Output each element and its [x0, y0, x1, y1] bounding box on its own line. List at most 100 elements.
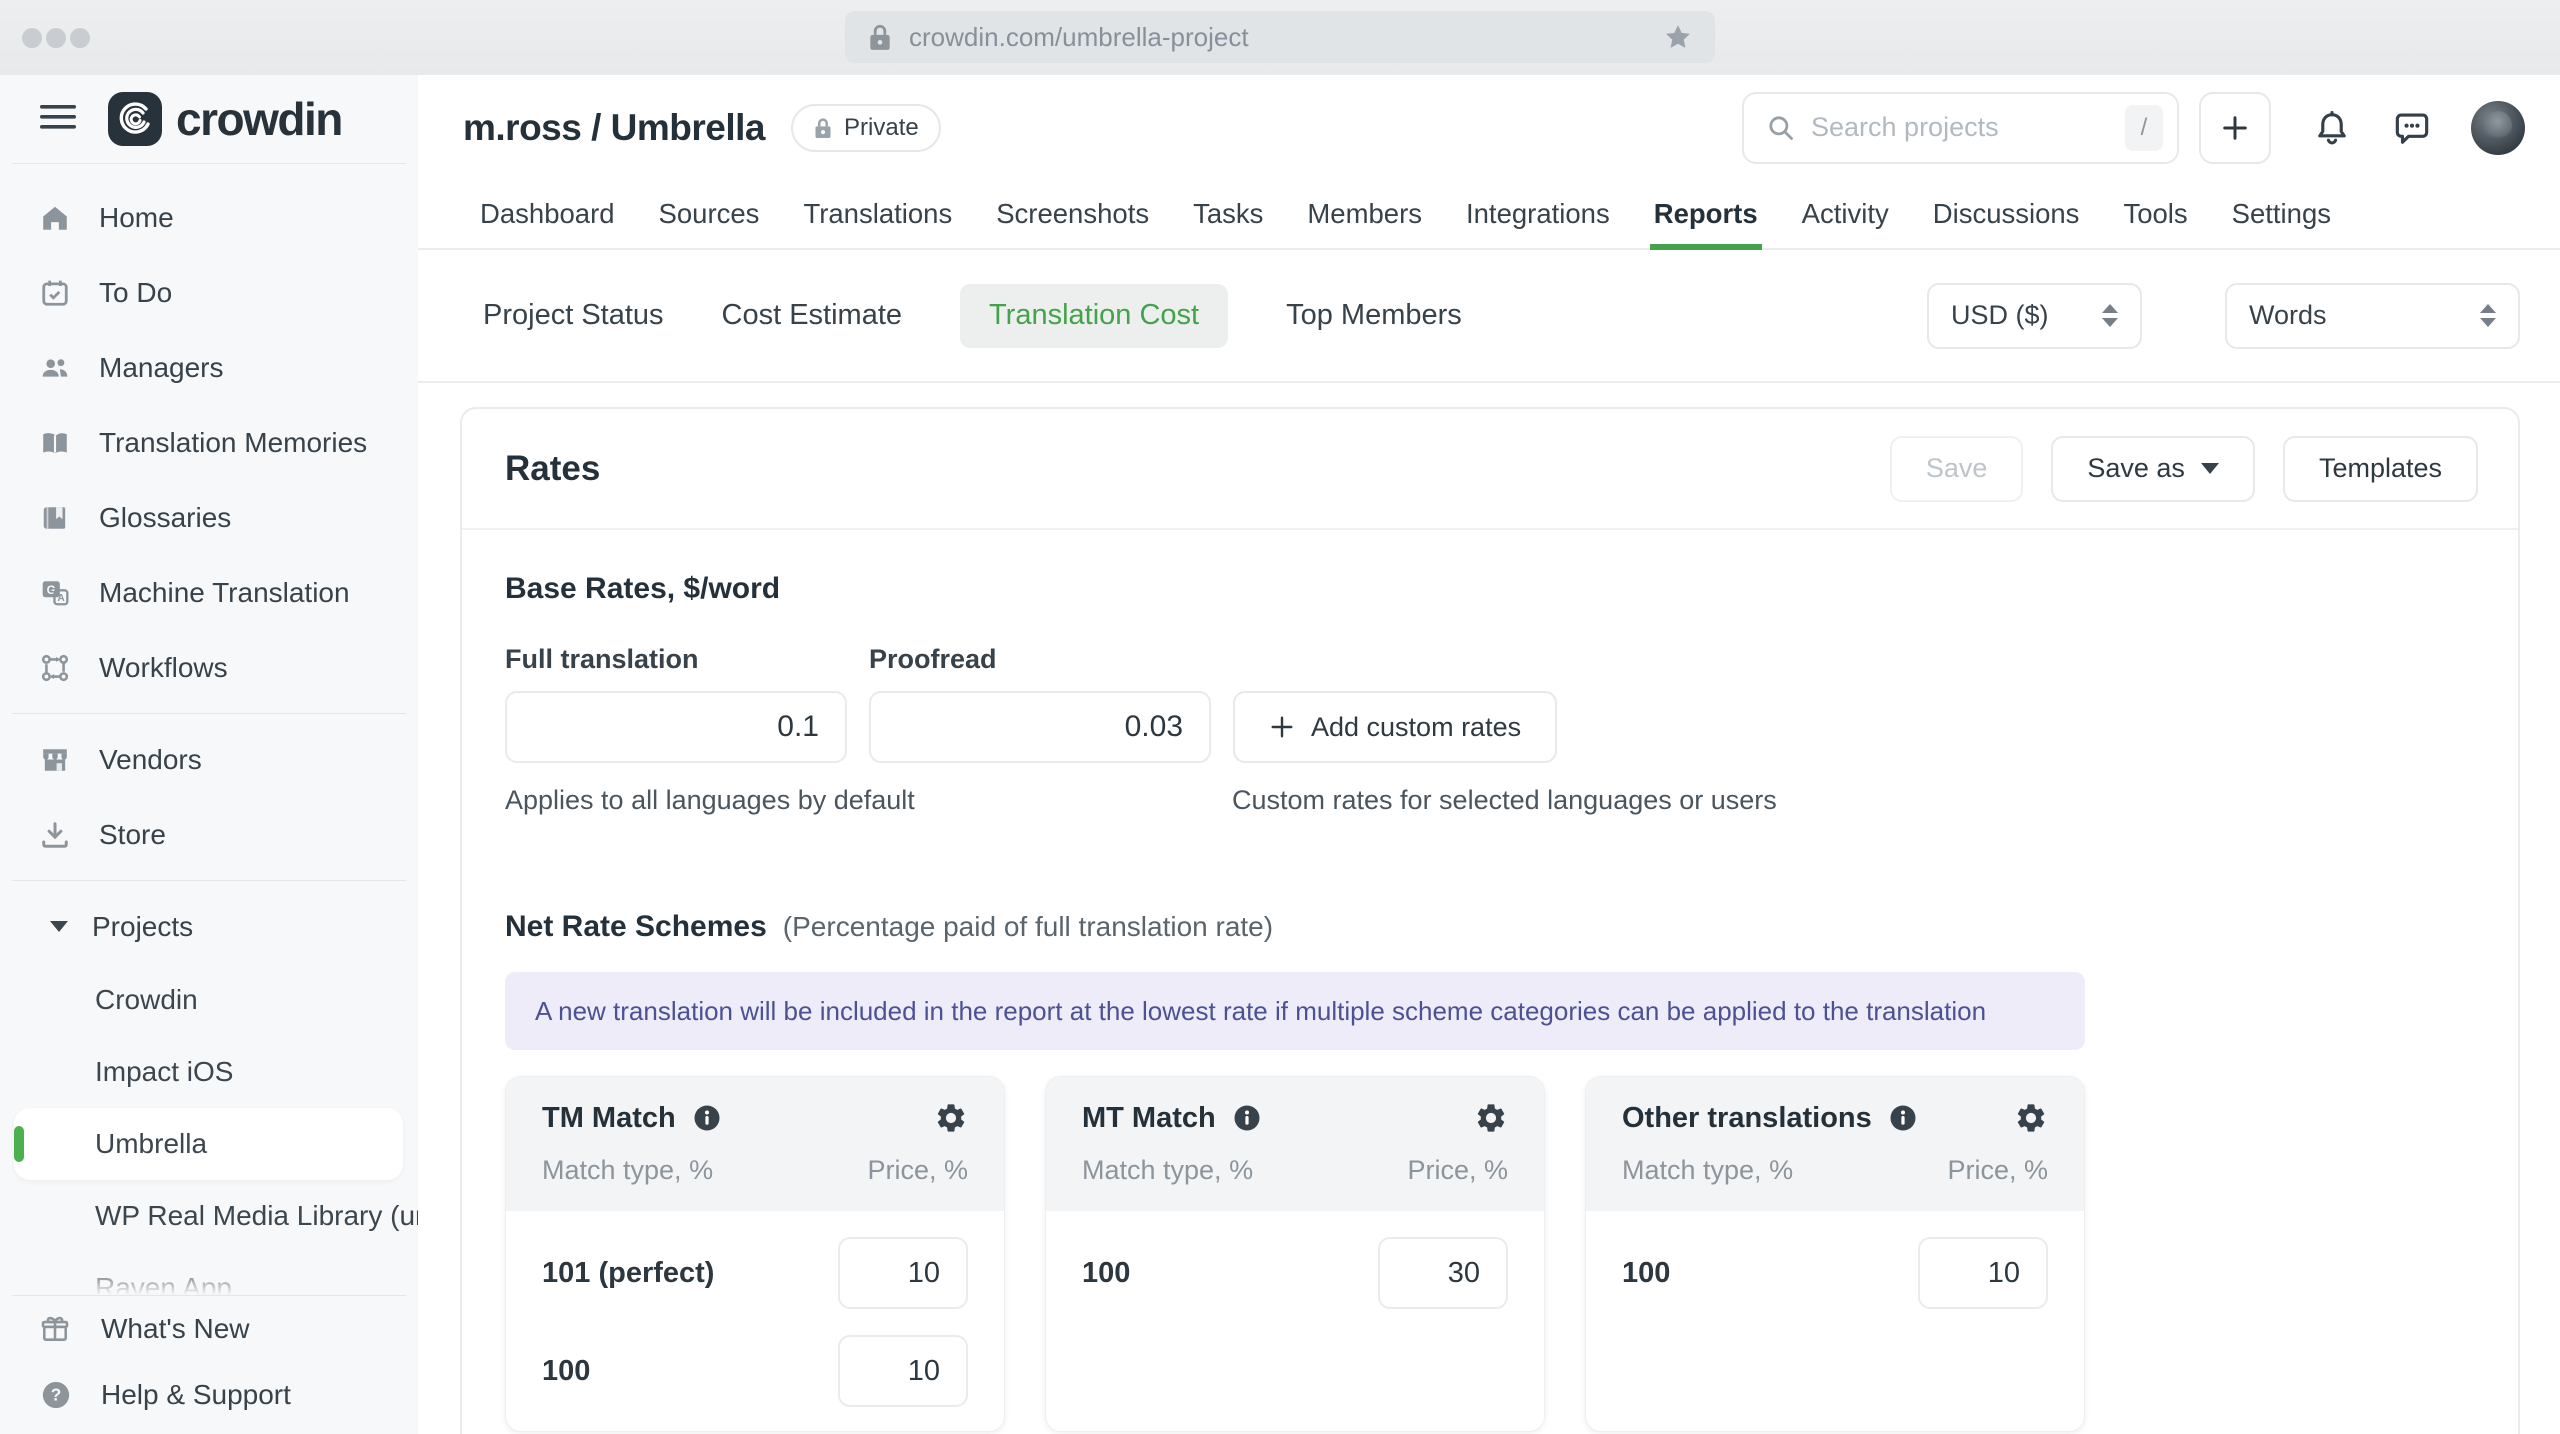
help-icon: ? — [40, 1379, 72, 1411]
sidebar-item-home[interactable]: Home — [0, 180, 418, 255]
mt-match-row-100: 100 — [1046, 1237, 1544, 1309]
sidebar-item-workflows[interactable]: Workflows — [0, 630, 418, 705]
select-arrows-icon — [2102, 304, 2118, 327]
tab-activity[interactable]: Activity — [1802, 180, 1889, 248]
net-rate-schemes-heading: Net Rate Schemes — [505, 910, 767, 943]
window-minimize-button[interactable] — [46, 28, 66, 48]
search-input[interactable] — [1811, 112, 2110, 143]
chat-icon — [2395, 113, 2429, 144]
tm-match-row-101: 101 (perfect) — [506, 1237, 1004, 1309]
tab-sources[interactable]: Sources — [659, 180, 760, 248]
sidebar-footer: What's New ? Help & Support — [0, 1263, 418, 1434]
sidebar-divider — [12, 713, 406, 714]
sidebar: crowdin Home To Do Managers Translation … — [0, 75, 418, 1434]
sidebar-item-translation-memories[interactable]: Translation Memories — [0, 405, 418, 480]
svg-text:?: ? — [51, 1385, 61, 1405]
subtab-project-status[interactable]: Project Status — [483, 299, 664, 332]
notifications-button[interactable] — [2313, 109, 2351, 147]
browser-url-bar[interactable]: crowdin.com/umbrella-project — [845, 11, 1715, 63]
other-translations-100-price-input[interactable] — [1918, 1237, 2048, 1309]
browser-chrome: crowdin.com/umbrella-project — [0, 0, 2560, 75]
messages-button[interactable] — [2393, 109, 2431, 147]
tm-match-card: TM Match Match type, % Price, % 101 (per… — [505, 1076, 1005, 1432]
tab-tasks[interactable]: Tasks — [1193, 180, 1263, 248]
mt-match-card-header: MT Match Match type, % Price, % — [1046, 1077, 1544, 1211]
mt-match-card: MT Match Match type, % Price, % 100 30 — [1045, 1076, 1545, 1432]
sidebar-item-whats-new[interactable]: What's New — [0, 1296, 418, 1362]
managers-icon — [40, 353, 70, 383]
info-icon[interactable] — [1232, 1103, 1262, 1133]
page-title: m.ross / Umbrella — [463, 106, 766, 148]
subtab-top-members[interactable]: Top Members — [1286, 299, 1462, 332]
rates-card-body: Base Rates, $/word Full translation Proo… — [462, 530, 2518, 1434]
info-banner: A new translation will be included in th… — [505, 972, 2085, 1050]
bookmark-star-icon[interactable] — [1663, 22, 1693, 52]
translation-memories-icon — [40, 428, 70, 458]
base-rates-note: Applies to all languages by default — [505, 785, 915, 815]
rates-title: Rates — [505, 448, 601, 488]
browser-window: crowdin.com/umbrella-project crowdin Hom… — [0, 0, 2560, 1434]
ssl-lock-icon — [867, 22, 893, 52]
sidebar-item-store[interactable]: Store — [0, 797, 418, 872]
tm-match-100-price-input[interactable] — [838, 1335, 968, 1407]
other-translations-card: Other translations Match type, % Price, … — [1585, 1076, 2085, 1432]
tab-dashboard[interactable]: Dashboard — [480, 180, 615, 248]
tab-discussions[interactable]: Discussions — [1933, 180, 2080, 248]
full-translation-rate-input[interactable] — [505, 691, 847, 763]
tm-match-row-100: 100 — [506, 1335, 1004, 1407]
sidebar-item-machine-translation[interactable]: GA Machine Translation — [0, 555, 418, 630]
info-banner-text: A new translation will be included in th… — [535, 995, 1987, 1026]
sidebar-item-glossaries[interactable]: Glossaries — [0, 480, 418, 555]
full-translation-label: Full translation — [505, 644, 699, 674]
custom-rates-note: Custom rates for selected languages or u… — [1232, 785, 1777, 815]
home-icon — [40, 203, 70, 233]
menu-hamburger-icon[interactable] — [40, 102, 76, 137]
plus-icon — [1271, 716, 1293, 738]
sidebar-project-impact-ios[interactable]: Impact iOS — [0, 1036, 418, 1108]
sidebar-project-umbrella[interactable]: Umbrella — [14, 1108, 403, 1180]
proofread-rate-input[interactable] — [869, 691, 1211, 763]
currency-select[interactable]: USD ($) — [1927, 282, 2142, 349]
net-rate-scheme-cards: TM Match Match type, % Price, % 101 (per… — [505, 1076, 2475, 1432]
tab-screenshots[interactable]: Screenshots — [996, 180, 1149, 248]
tab-translations[interactable]: Translations — [803, 180, 952, 248]
save-as-button[interactable]: Save as — [2051, 435, 2255, 502]
sidebar-project-crowdin[interactable]: Crowdin — [0, 964, 418, 1036]
sidebar-item-todo[interactable]: To Do — [0, 255, 418, 330]
crowdin-logo[interactable]: crowdin — [108, 92, 343, 146]
user-avatar[interactable] — [2471, 100, 2525, 155]
gear-icon[interactable] — [2014, 1101, 2048, 1135]
mt-match-100-price-input[interactable] — [1378, 1237, 1508, 1309]
sidebar-item-vendors[interactable]: Vendors — [0, 722, 418, 797]
sidebar-group-projects[interactable]: Projects — [0, 889, 418, 964]
info-icon[interactable] — [1888, 1103, 1918, 1133]
subtab-translation-cost[interactable]: Translation Cost — [960, 283, 1229, 348]
tab-settings[interactable]: Settings — [2232, 180, 2331, 248]
sidebar-project-wp-real-media-library[interactable]: WP Real Media Library (un··· — [0, 1180, 418, 1252]
store-icon — [40, 820, 70, 850]
gear-icon[interactable] — [1474, 1101, 1508, 1135]
tab-tools[interactable]: Tools — [2123, 180, 2187, 248]
tab-integrations[interactable]: Integrations — [1466, 180, 1610, 248]
gear-icon[interactable] — [934, 1101, 968, 1135]
sidebar-item-managers[interactable]: Managers — [0, 330, 418, 405]
tm-match-101-price-input[interactable] — [838, 1237, 968, 1309]
sidebar-divider — [12, 880, 406, 881]
create-project-button[interactable] — [2199, 91, 2271, 164]
other-translations-title: Other translations — [1622, 1101, 1872, 1134]
window-close-button[interactable] — [22, 28, 42, 48]
tab-members[interactable]: Members — [1307, 180, 1422, 248]
window-zoom-button[interactable] — [70, 28, 90, 48]
templates-button[interactable]: Templates — [2282, 435, 2478, 502]
unit-select[interactable]: Words — [2225, 282, 2520, 349]
price-column-label: Price, % — [1407, 1155, 1508, 1185]
select-arrows-icon — [2480, 304, 2496, 327]
subtab-cost-estimate[interactable]: Cost Estimate — [722, 299, 903, 332]
info-icon[interactable] — [692, 1103, 722, 1133]
url-text: crowdin.com/umbrella-project — [909, 21, 1249, 52]
tab-reports[interactable]: Reports — [1649, 180, 1762, 250]
save-button[interactable]: Save — [1889, 435, 2024, 502]
sidebar-item-help-support[interactable]: ? Help & Support — [0, 1362, 418, 1428]
lock-icon — [815, 117, 831, 138]
add-custom-rates-button[interactable]: Add custom rates — [1233, 691, 1558, 763]
